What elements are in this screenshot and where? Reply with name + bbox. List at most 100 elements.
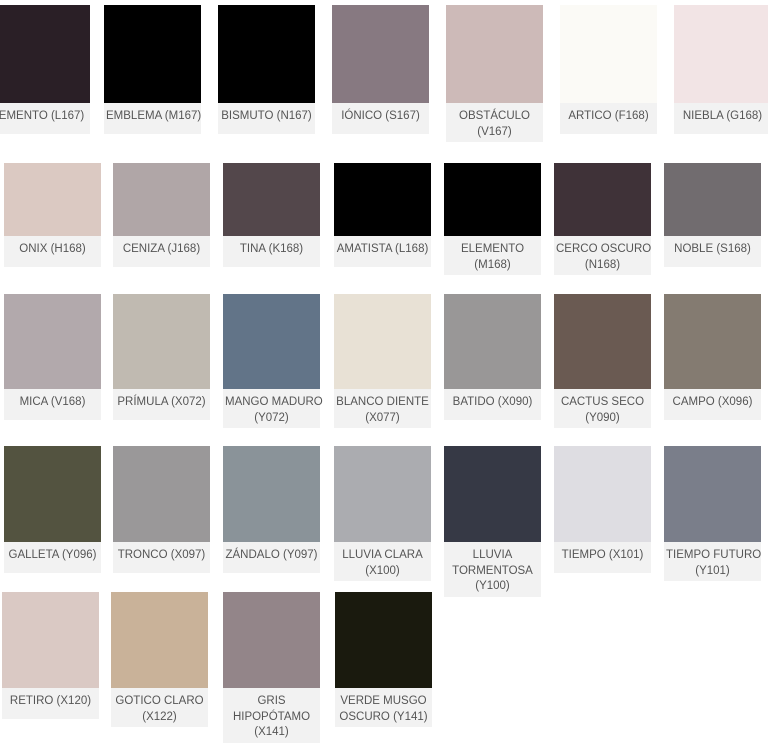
color-swatch[interactable] (334, 294, 431, 389)
color-label-line: (M168) (474, 258, 511, 271)
color-label-line: (N168) (584, 258, 621, 271)
color-swatch[interactable] (0, 5, 90, 103)
color-swatch[interactable] (113, 446, 210, 542)
color-card-amatista-l168[interactable]: AMATISTA (L168) (334, 163, 431, 267)
color-card-primula-x072[interactable]: PRÍMULA (X072) (113, 294, 210, 420)
color-card-batido-x090[interactable]: BATIDO (X090) (444, 294, 541, 420)
color-swatch[interactable] (111, 592, 208, 688)
color-swatch[interactable] (554, 294, 651, 389)
color-swatch[interactable] (444, 294, 541, 389)
color-swatch[interactable] (2, 592, 99, 688)
color-card-artico-f168[interactable]: ARTICO (F168) (560, 5, 657, 134)
color-swatch[interactable] (223, 294, 320, 389)
color-card-tronco-x097[interactable]: TRONCO (X097) (113, 446, 210, 573)
color-swatch[interactable] (113, 163, 210, 236)
color-label: RETIRO (X120) (2, 688, 99, 719)
color-card-lluvia-clara-x100[interactable]: LLUVIA CLARA (X100) (334, 446, 431, 581)
color-label: AMATISTA (L168) (334, 236, 431, 267)
color-card-onix-h168[interactable]: ONIX (H168) (4, 163, 101, 267)
color-swatch[interactable] (332, 5, 429, 103)
color-card-tiempo-x101[interactable]: TIEMPO (X101) (554, 446, 651, 573)
color-label-line: BLANCO DIENTE (336, 396, 429, 408)
color-label-line: BATIDO (X090) (452, 396, 533, 408)
color-label: VERDE MUSGO OSCURO (Y141) (335, 688, 432, 727)
color-label-line: (Y090) (585, 411, 620, 424)
color-card-emento-l167[interactable]: EMENTO (L167) (0, 5, 90, 134)
color-card-noble-s168[interactable]: NOBLE (S168) (664, 163, 761, 267)
color-card-mango-maduro-y072[interactable]: MANGO MADURO (Y072) (223, 294, 323, 428)
color-card-galleta-y096[interactable]: GALLETA (Y096) (4, 446, 101, 573)
color-label-line: LLUVIA (472, 549, 513, 561)
color-label-line: TIEMPO (X101) (561, 549, 644, 561)
color-swatch[interactable] (335, 592, 432, 688)
color-swatch[interactable] (664, 294, 761, 389)
color-swatch[interactable] (554, 446, 651, 542)
color-label-line: BISMUTO (N167) (221, 110, 312, 122)
color-label: OBSTÁCULO (V167) (446, 103, 543, 142)
color-label-line: GALLETA (Y096) (8, 549, 97, 561)
color-card-tina-k168[interactable]: TINA (K168) (223, 163, 320, 267)
color-label-line: ZÁNDALO (Y097) (225, 549, 318, 561)
color-card-niebla-g168[interactable]: NIEBLA (G168) (674, 5, 768, 134)
color-card-emblema-m167[interactable]: EMBLEMA (M167) (104, 5, 201, 134)
color-swatch[interactable] (664, 163, 761, 236)
color-label-line: TINA (K168) (239, 243, 304, 255)
color-label: ZÁNDALO (Y097) (223, 542, 320, 573)
color-swatch[interactable] (113, 294, 210, 389)
color-label: GALLETA (Y096) (4, 542, 101, 573)
color-label: ELEMENTO (M168) (444, 236, 541, 275)
color-label-line: OSCURO (Y141) (339, 710, 428, 723)
color-card-cerco-oscuro-n168[interactable]: CERCO OSCURO (N168) (554, 163, 651, 275)
color-card-gotico-claro-x122[interactable]: GOTICO CLARO (X122) (111, 592, 208, 727)
color-card-tiempo-futuro-y101[interactable]: TIEMPO FUTURO (Y101) (664, 446, 761, 581)
color-label-line: (Y101) (695, 564, 730, 577)
color-swatch[interactable] (223, 163, 320, 236)
color-swatch[interactable] (4, 446, 101, 542)
color-swatch[interactable] (554, 163, 651, 236)
color-swatch[interactable] (560, 5, 657, 103)
color-swatch[interactable] (218, 5, 315, 103)
color-label-line: TRONCO (X097) (117, 549, 206, 561)
color-label-line: (V167) (477, 125, 512, 138)
color-swatch[interactable] (104, 5, 201, 103)
color-card-ionico-s167[interactable]: IÓNICO (S167) (332, 5, 429, 134)
color-swatch[interactable] (223, 592, 320, 688)
color-card-verde-musgo-oscuro-y141[interactable]: VERDE MUSGO OSCURO (Y141) (335, 592, 432, 727)
color-label-line: CERCO OSCURO (556, 243, 652, 255)
color-label-line: LLUVIA CLARA (342, 549, 423, 561)
color-swatch[interactable] (4, 163, 101, 236)
color-swatch[interactable] (4, 294, 101, 389)
color-label-line: ARTICO (F168) (568, 110, 649, 122)
color-label: BATIDO (X090) (444, 389, 541, 420)
color-label: CERCO OSCURO (N168) (554, 236, 651, 275)
color-label: EMBLEMA (M167) (104, 103, 201, 134)
color-label: CENIZA (J168) (113, 236, 210, 267)
color-card-retiro-x120[interactable]: RETIRO (X120) (2, 592, 99, 719)
color-card-obstaculo-v167[interactable]: OBSTÁCULO (V167) (446, 5, 543, 142)
color-swatch[interactable] (223, 446, 320, 542)
color-card-campo-x096[interactable]: CAMPO (X096) (664, 294, 761, 420)
color-label-line: OBSTÁCULO (459, 110, 530, 122)
color-swatch[interactable] (444, 446, 541, 542)
color-card-mica-v168[interactable]: MICA (V168) (4, 294, 101, 420)
color-card-cactus-seco-y090[interactable]: CACTUS SECO (Y090) (554, 294, 651, 428)
color-swatch[interactable] (334, 163, 431, 236)
color-card-bismuto-n167[interactable]: BISMUTO (N167) (218, 5, 315, 134)
color-swatch[interactable] (664, 446, 761, 542)
color-card-elemento-m168[interactable]: ELEMENTO (M168) (444, 163, 541, 275)
color-label-line: GRIS (257, 695, 286, 707)
color-card-lluvia-tormentosa-y100[interactable]: LLUVIA TORMENTOSA (Y100) (444, 446, 541, 597)
color-card-zandalo-y097[interactable]: ZÁNDALO (Y097) (223, 446, 320, 573)
color-label-line: IÓNICO (S167) (341, 110, 420, 122)
color-swatch[interactable] (674, 5, 768, 103)
color-label-line: (X122) (142, 710, 177, 723)
color-label: CAMPO (X096) (664, 389, 761, 420)
color-label-line: VERDE MUSGO (340, 695, 427, 707)
color-label: LLUVIA CLARA (X100) (334, 542, 431, 581)
color-card-blanco-diente-x077[interactable]: BLANCO DIENTE (X077) (334, 294, 431, 428)
color-swatch[interactable] (446, 5, 543, 103)
color-swatch[interactable] (444, 163, 541, 236)
color-card-ceniza-j168[interactable]: CENIZA (J168) (113, 163, 210, 267)
color-card-gris-hipopotamo-x141[interactable]: GRIS HIPOPÓTAMO (X141) (223, 592, 320, 743)
color-swatch[interactable] (334, 446, 431, 542)
